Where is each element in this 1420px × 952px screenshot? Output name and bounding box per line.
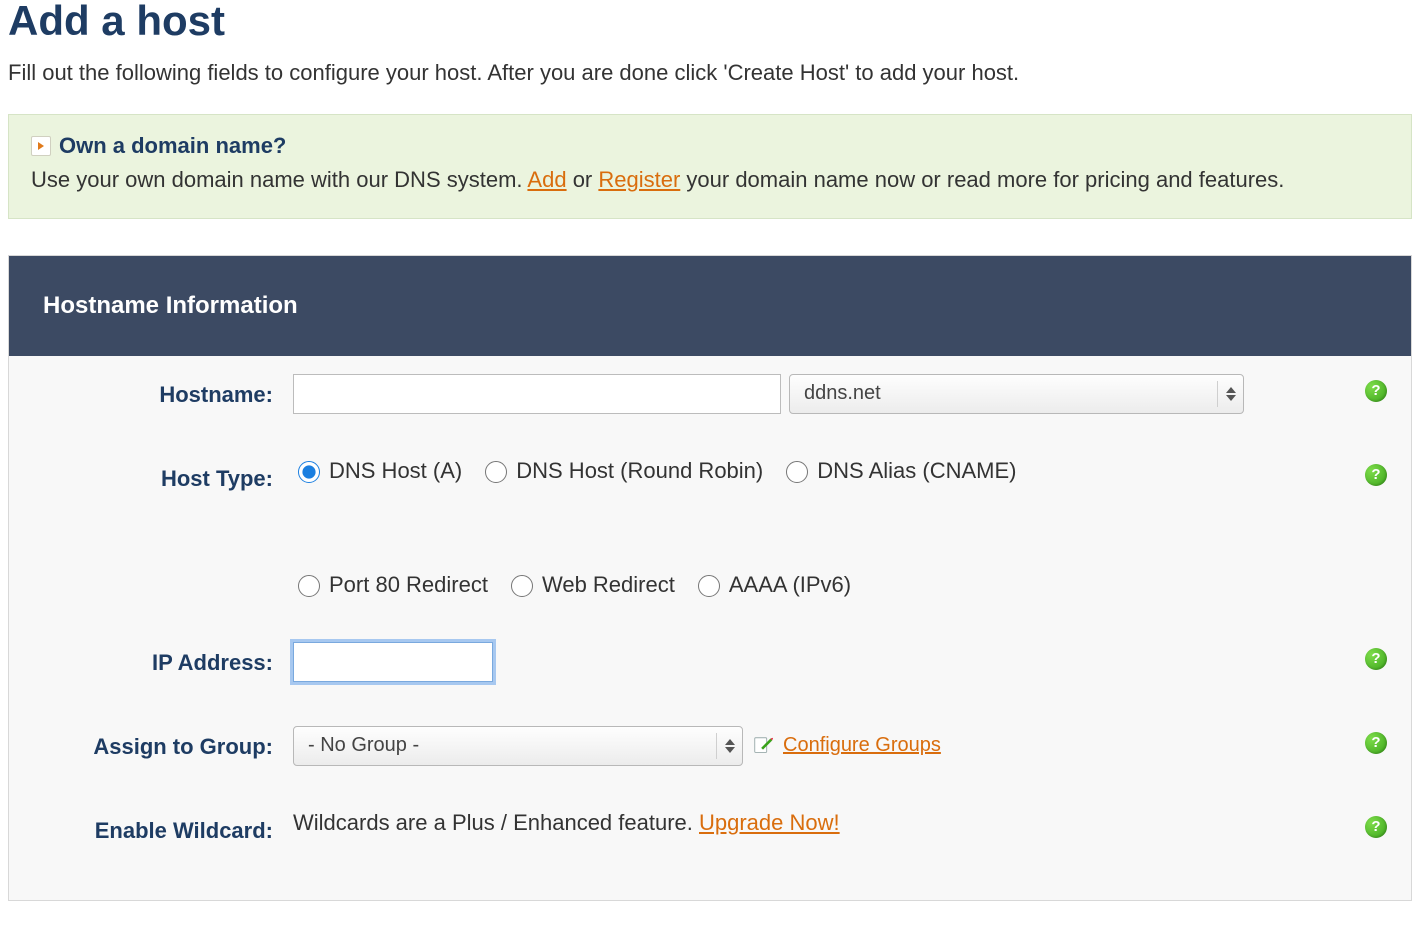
chevron-updown-icon: [1217, 381, 1237, 408]
notice-text-pre: Use your own domain name with our DNS sy…: [31, 167, 527, 192]
radio-input-dns-host-a[interactable]: [298, 461, 320, 483]
page-title: Add a host: [8, 0, 1412, 42]
radio-dns-alias[interactable]: DNS Alias (CNAME): [781, 458, 1016, 484]
radio-input-aaaa[interactable]: [698, 575, 720, 597]
label-host-type: Host Type:: [33, 458, 293, 492]
chevron-updown-icon: [716, 733, 736, 760]
notice-or: or: [567, 167, 599, 192]
upgrade-now-link[interactable]: Upgrade Now!: [699, 810, 840, 835]
help-icon[interactable]: ?: [1365, 732, 1387, 754]
domain-select[interactable]: ddns.net: [789, 374, 1244, 414]
radio-aaaa[interactable]: AAAA (IPv6): [693, 572, 851, 598]
edit-icon: [751, 734, 775, 758]
panel-body: Hostname: ddns.net ? Host Type:: [9, 356, 1411, 900]
domain-select-value: ddns.net: [804, 382, 881, 405]
notice-text-post: your domain name now or read more for pr…: [680, 167, 1284, 192]
radio-dns-host-rr[interactable]: DNS Host (Round Robin): [480, 458, 763, 484]
radio-label: DNS Host (Round Robin): [516, 458, 763, 484]
page-subtitle: Fill out the following fields to configu…: [8, 60, 1412, 86]
radio-input-dns-host-rr[interactable]: [485, 461, 507, 483]
row-hostname: Hostname: ddns.net ?: [33, 374, 1387, 414]
row-wildcard: Enable Wildcard: Wildcards are a Plus / …: [33, 810, 1387, 844]
label-hostname: Hostname:: [33, 374, 293, 408]
domain-notice: Own a domain name? Use your own domain n…: [8, 114, 1412, 219]
radio-label: DNS Alias (CNAME): [817, 458, 1016, 484]
radio-label: DNS Host (A): [329, 458, 462, 484]
help-icon[interactable]: ?: [1365, 648, 1387, 670]
radio-input-dns-alias[interactable]: [786, 461, 808, 483]
hostname-input[interactable]: [293, 374, 781, 414]
radio-input-web-redirect[interactable]: [511, 575, 533, 597]
panel-header: Hostname Information: [9, 256, 1411, 356]
radio-dns-host-a[interactable]: DNS Host (A): [293, 458, 462, 484]
label-wildcard: Enable Wildcard:: [33, 810, 293, 844]
radio-input-port80[interactable]: [298, 575, 320, 597]
wildcard-text: Wildcards are a Plus / Enhanced feature.: [293, 810, 699, 835]
configure-groups-link[interactable]: Configure Groups: [783, 734, 941, 757]
help-icon[interactable]: ?: [1365, 816, 1387, 838]
radio-web-redirect[interactable]: Web Redirect: [506, 572, 675, 598]
row-host-type: Host Type: DNS Host (A) DNS Host (Round …: [33, 458, 1387, 598]
radio-label: Port 80 Redirect: [329, 572, 488, 598]
register-domain-link[interactable]: Register: [598, 167, 680, 192]
radio-label: Web Redirect: [542, 572, 675, 598]
arrow-right-icon: [31, 136, 51, 156]
help-icon[interactable]: ?: [1365, 464, 1387, 486]
group-select[interactable]: - No Group -: [293, 726, 743, 766]
notice-heading: Own a domain name?: [59, 133, 286, 159]
label-assign-group: Assign to Group:: [33, 726, 293, 760]
row-assign-group: Assign to Group: - No Group - Configure …: [33, 726, 1387, 766]
hostname-panel: Hostname Information Hostname: ddns.net …: [8, 255, 1412, 901]
help-icon[interactable]: ?: [1365, 380, 1387, 402]
label-ip-address: IP Address:: [33, 642, 293, 676]
row-ip-address: IP Address: ?: [33, 642, 1387, 682]
radio-label: AAAA (IPv6): [729, 572, 851, 598]
group-select-value: - No Group -: [308, 734, 419, 757]
radio-port80[interactable]: Port 80 Redirect: [293, 572, 488, 598]
notice-body: Use your own domain name with our DNS sy…: [31, 165, 1389, 196]
ip-address-input[interactable]: [293, 642, 493, 682]
add-domain-link[interactable]: Add: [527, 167, 566, 192]
